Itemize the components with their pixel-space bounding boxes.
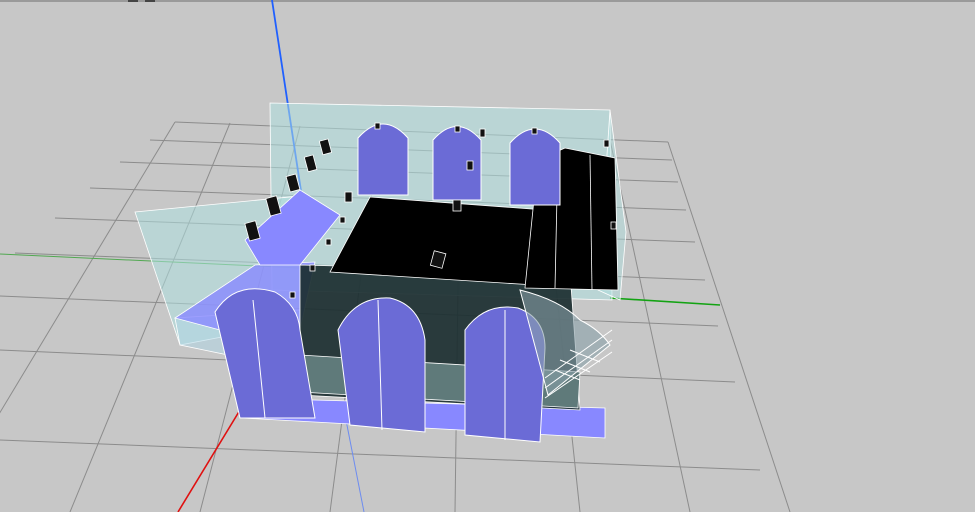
- fixture: [466, 160, 474, 171]
- fixture: [374, 122, 381, 130]
- fixture: [289, 291, 296, 299]
- scene-canvas[interactable]: [0, 0, 975, 512]
- fixture: [339, 216, 346, 224]
- back-windows: [357, 123, 561, 206]
- y-axis: [609, 297, 721, 306]
- z-axis-lower: [344, 414, 365, 512]
- x-axis: [177, 409, 241, 512]
- fixture: [325, 238, 332, 246]
- fixture: [344, 191, 353, 203]
- fixture: [309, 264, 316, 272]
- fixture: [452, 199, 462, 212]
- back-window-1: [357, 123, 409, 196]
- back-window-3: [509, 128, 561, 206]
- fixture: [610, 221, 617, 230]
- fixture: [603, 139, 610, 148]
- back-window-2: [432, 126, 482, 201]
- fixture: [531, 127, 538, 135]
- 3d-viewport[interactable]: [0, 0, 975, 512]
- fixture: [479, 128, 486, 138]
- fixture: [454, 125, 461, 133]
